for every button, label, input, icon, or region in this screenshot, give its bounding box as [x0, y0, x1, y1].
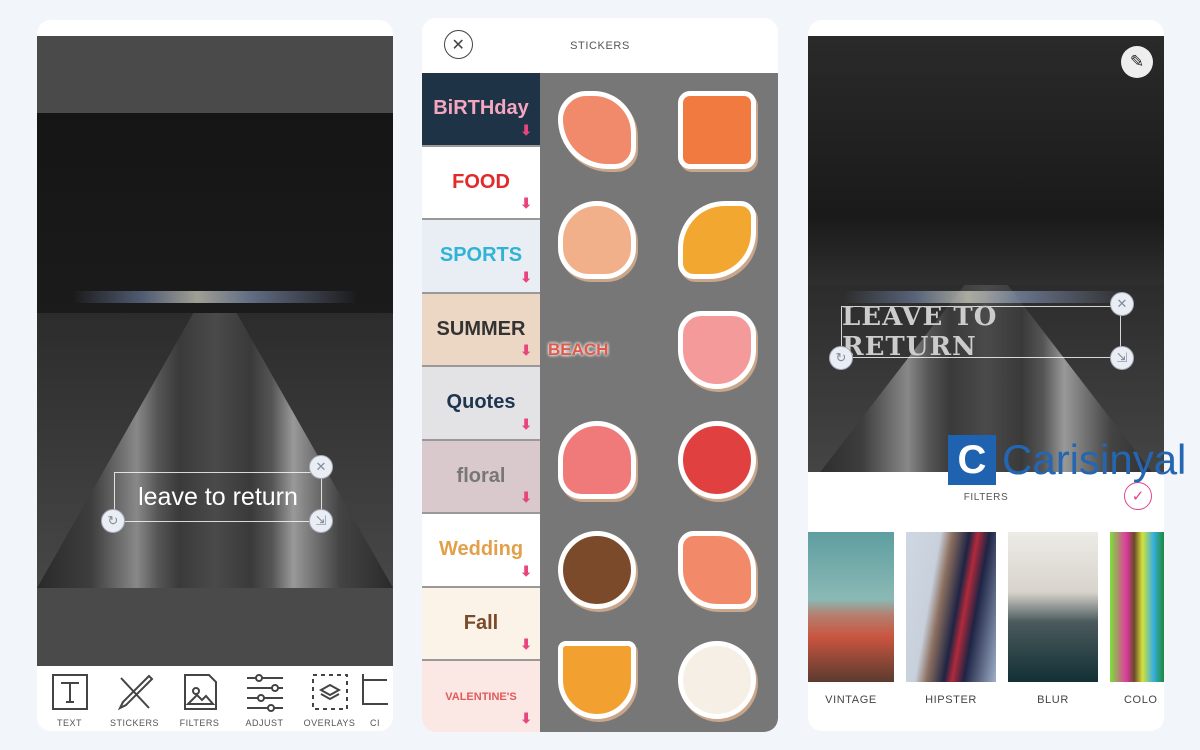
sticker-pack-label: BiRTHday — [433, 97, 529, 120]
carisinyal-logo-icon: C — [948, 435, 996, 485]
text-overlay-box[interactable]: LEAVE TO RETURN — [841, 302, 1121, 362]
filter-label: VINTAGE — [825, 694, 877, 706]
sticker-text: BEACH — [548, 340, 609, 359]
download-icon[interactable]: ⬇ — [520, 269, 532, 286]
sticker-pack-label: Wedding — [438, 538, 524, 561]
canvas-bottom — [37, 588, 393, 666]
sticker-grid: BEACH — [540, 73, 778, 732]
filter-label: BLUR — [1037, 694, 1069, 706]
sticker-cocktail[interactable] — [558, 641, 636, 719]
sticker-banana[interactable] — [678, 201, 756, 279]
resize-handle-icon[interactable]: ⇲ — [1110, 346, 1134, 370]
tool-crop[interactable]: CI — [362, 666, 388, 731]
watermark-logo: C Carisinyal — [948, 435, 1186, 485]
sticker-coconut[interactable] — [558, 531, 636, 609]
text-icon — [51, 674, 88, 710]
sticker-pack[interactable]: SPORTS ⬇ — [422, 220, 540, 294]
stickers-header: ✕ STICKERS — [422, 18, 778, 73]
overlays-icon — [311, 674, 348, 710]
sticker-cream[interactable] — [678, 531, 756, 609]
sticker-pack-label: VALENTINE'S — [445, 690, 517, 703]
sticker-backpack[interactable] — [678, 91, 756, 169]
filter-vintage[interactable] — [808, 532, 894, 682]
sticker-pack-label: floral — [456, 464, 506, 487]
stickers-icon — [117, 674, 153, 711]
sliders-icon — [246, 674, 283, 712]
download-icon[interactable]: ⬇ — [520, 710, 532, 727]
sticker-pack[interactable]: VALENTINE'S ⬇ — [422, 661, 540, 732]
sticker-feather[interactable] — [558, 91, 636, 169]
resize-handle-icon[interactable]: ⇲ — [309, 509, 333, 533]
sticker-pack[interactable]: Fall ⬇ — [422, 587, 540, 661]
text-overlay: LEAVE TO RETURN — [842, 302, 998, 362]
sticker-pack-label: SUMMER — [436, 317, 526, 340]
download-icon[interactable]: ⬇ — [520, 342, 532, 359]
filter-blur[interactable] — [1008, 532, 1098, 682]
stickers-title: STICKERS — [570, 39, 630, 52]
text-overlay: leave to return — [138, 482, 298, 511]
sticker-pack[interactable]: Quotes ⬇ — [422, 367, 540, 441]
canvas-top — [37, 36, 393, 113]
sticker-pack[interactable]: BiRTHday ⬇ — [422, 73, 540, 147]
sticker-pack-label: Fall — [463, 611, 499, 634]
crop-icon — [362, 674, 388, 705]
download-icon[interactable]: ⬇ — [520, 636, 532, 653]
sticker-underwear[interactable] — [678, 311, 756, 389]
photo-canvas[interactable]: ✎ LEAVE TO RETURN ✕ ↻ ⇲ — [808, 36, 1164, 488]
text-overlay-box[interactable]: leave to return — [114, 472, 322, 522]
filter-label: COLO — [1124, 694, 1158, 706]
tool-text[interactable]: TEXT — [37, 666, 102, 731]
sticker-pack[interactable]: Wedding ⬇ — [422, 514, 540, 588]
sticker-pack[interactable]: SUMMER ⬇ — [422, 293, 540, 367]
rotate-handle-icon[interactable]: ↻ — [829, 346, 853, 370]
filters-panel: FILTERS ✓ VINTAGE HIPSTER BLUR COLO — [808, 472, 1164, 731]
rotate-handle-icon[interactable]: ↻ — [101, 509, 125, 533]
bottom-toolbar: TEXT STICKERS FILTERS ADJUST OVERLAYS CI — [37, 666, 393, 731]
confirm-check-icon[interactable]: ✓ — [1124, 482, 1152, 510]
tool-overlays[interactable]: OVERLAYS — [297, 666, 362, 731]
sticker-pack-label: FOOD — [452, 170, 510, 193]
download-icon[interactable]: ⬇ — [520, 195, 532, 212]
sticker-pack-label: SPORTS — [439, 244, 523, 267]
filter-label: HIPSTER — [925, 694, 977, 706]
sticker-bag[interactable] — [558, 201, 636, 279]
sticker-BEACH[interactable]: BEACH — [548, 311, 648, 389]
tool-adjust[interactable]: ADJUST — [232, 666, 297, 731]
filters-screen: ✎ LEAVE TO RETURN ✕ ↻ ⇲ FILTERS ✓ VINTAG… — [808, 20, 1164, 731]
download-icon[interactable]: ⬇ — [520, 563, 532, 580]
sticker-pack[interactable]: floral ⬇ — [422, 440, 540, 514]
filter-hipster[interactable] — [906, 532, 996, 682]
sticker-pack[interactable]: FOOD ⬇ — [422, 146, 540, 220]
photo-canvas[interactable]: leave to return ✕ ↻ ⇲ — [37, 113, 393, 588]
delete-handle-icon[interactable]: ✕ — [1110, 292, 1134, 316]
download-icon[interactable]: ⬇ — [520, 122, 532, 139]
tool-filters[interactable]: FILTERS — [167, 666, 232, 731]
close-icon[interactable]: ✕ — [444, 30, 473, 59]
sticker-cherries[interactable] — [678, 421, 756, 499]
watermark-text: Carisinyal — [1002, 436, 1187, 483]
tool-stickers[interactable]: STICKERS — [102, 666, 167, 731]
filters-icon — [183, 674, 217, 710]
text-editor-screen: leave to return ✕ ↻ ⇲ TEXT STICKERS FILT… — [37, 20, 393, 731]
delete-handle-icon[interactable]: ✕ — [309, 455, 333, 479]
download-icon[interactable]: ⬇ — [520, 416, 532, 433]
sticker-bikini-top[interactable] — [558, 421, 636, 499]
pencil-edit-button[interactable]: ✎ — [1121, 46, 1153, 78]
download-icon[interactable]: ⬇ — [520, 489, 532, 506]
filters-title: FILTERS — [963, 492, 1009, 503]
filter-color[interactable] — [1110, 532, 1164, 682]
sticker-pack-label: Quotes — [446, 391, 516, 414]
stickers-screen: ✕ STICKERS BiRTHday ⬇ FOOD ⬇ SPORTS ⬇ SUMMER ⬇ Q… — [422, 18, 778, 732]
sticker-pack-list[interactable]: BiRTHday ⬇ FOOD ⬇ SPORTS ⬇ SUMMER ⬇ Quotes ⬇ flora… — [422, 73, 540, 732]
sticker-flower[interactable] — [678, 641, 756, 719]
